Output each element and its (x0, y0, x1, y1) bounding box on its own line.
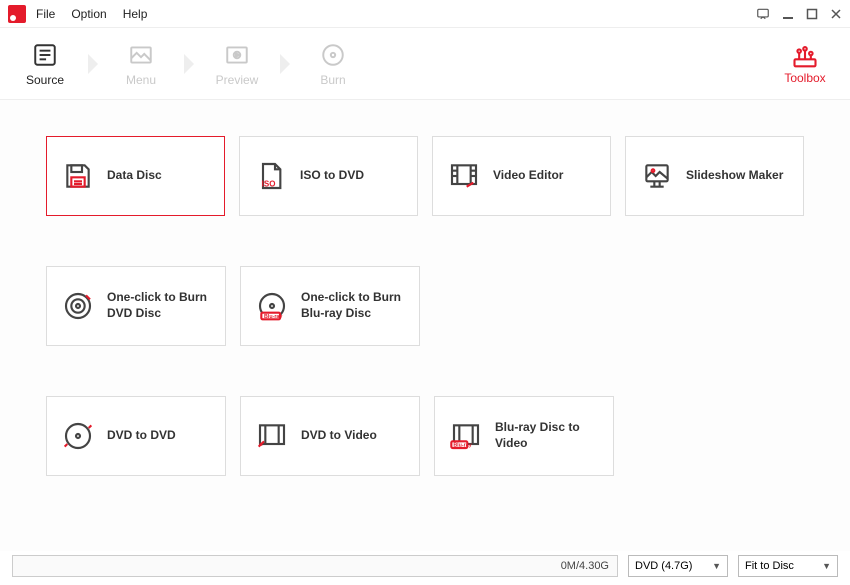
iso-icon: ISO (254, 159, 288, 193)
dvd-to-dvd-icon (61, 419, 95, 453)
data-disc-icon (61, 159, 95, 193)
svg-text:Blu-ray: Blu-ray (453, 443, 471, 449)
card-video-editor-label: Video Editor (493, 168, 563, 184)
step-burn-label: Burn (320, 73, 345, 87)
tools-row-2: One-click to Burn DVD Disc Blu-ray One-c… (46, 266, 804, 346)
titlebar: File Option Help (0, 0, 850, 28)
card-data-disc-label: Data Disc (107, 168, 162, 184)
step-burn[interactable]: Burn (288, 28, 378, 100)
svg-text:ISO: ISO (262, 180, 276, 189)
disc-type-value: DVD (4.7G) (635, 560, 692, 572)
card-one-click-dvd-label: One-click to Burn DVD Disc (107, 290, 211, 321)
tools-row-1: Data Disc ISO ISO to DVD Video Editor Sl… (46, 136, 804, 216)
card-dvd-to-video-label: DVD to Video (301, 428, 377, 444)
svg-text:Blu-ray: Blu-ray (264, 314, 282, 320)
card-slideshow-maker[interactable]: Slideshow Maker (625, 136, 804, 216)
size-progress-bar: 0M/4.30G (12, 555, 618, 577)
menu-help[interactable]: Help (123, 7, 148, 21)
feedback-icon[interactable] (756, 7, 770, 21)
step-menu[interactable]: Menu (96, 28, 186, 100)
content-area: Data Disc ISO ISO to DVD Video Editor Sl… (0, 100, 850, 551)
card-bluray-to-video-label: Blu-ray Disc to Video (495, 420, 599, 451)
step-menu-label: Menu (126, 73, 156, 87)
dvd-to-video-icon (255, 419, 289, 453)
card-one-click-dvd[interactable]: One-click to Burn DVD Disc (46, 266, 226, 346)
menu-file[interactable]: File (36, 7, 55, 21)
close-button[interactable] (830, 8, 842, 20)
card-dvd-to-dvd-label: DVD to DVD (107, 428, 176, 444)
chevron-down-icon: ▼ (822, 561, 831, 571)
tools-row-3: DVD to DVD DVD to Video Blu-ray Blu-ray … (46, 396, 804, 476)
bluray-to-video-icon: Blu-ray (449, 419, 483, 453)
card-one-click-bluray[interactable]: Blu-ray One-click to Burn Blu-ray Disc (240, 266, 420, 346)
disc-type-select[interactable]: DVD (4.7G) ▼ (628, 555, 728, 577)
step-bar: Source Menu Preview Burn Toolbox (0, 28, 850, 100)
size-progress-text: 0M/4.30G (561, 560, 609, 572)
toolbox-icon (791, 43, 819, 71)
chevron-down-icon: ▼ (712, 561, 721, 571)
status-bar: 0M/4.30G DVD (4.7G) ▼ Fit to Disc ▼ (0, 555, 850, 577)
card-dvd-to-dvd[interactable]: DVD to DVD (46, 396, 226, 476)
menu-step-icon (127, 41, 155, 69)
toolbox-button[interactable]: Toolbox (760, 43, 850, 85)
card-video-editor[interactable]: Video Editor (432, 136, 611, 216)
step-source-label: Source (26, 73, 64, 87)
card-one-click-bluray-label: One-click to Burn Blu-ray Disc (301, 290, 405, 321)
preview-icon (223, 41, 251, 69)
menu-option[interactable]: Option (71, 7, 106, 21)
step-source[interactable]: Source (0, 28, 90, 100)
video-editor-icon (447, 159, 481, 193)
fit-mode-value: Fit to Disc (745, 560, 794, 572)
card-slideshow-label: Slideshow Maker (686, 168, 783, 184)
app-logo (8, 5, 26, 23)
card-iso-label: ISO to DVD (300, 168, 364, 184)
window-controls (756, 7, 842, 21)
source-icon (31, 41, 59, 69)
step-preview-label: Preview (216, 73, 259, 87)
card-iso-to-dvd[interactable]: ISO ISO to DVD (239, 136, 418, 216)
step-preview[interactable]: Preview (192, 28, 282, 100)
menu-bar: File Option Help (36, 7, 147, 21)
minimize-button[interactable] (782, 8, 794, 20)
card-bluray-to-video[interactable]: Blu-ray Blu-ray Disc to Video (434, 396, 614, 476)
burn-icon (319, 41, 347, 69)
one-click-bluray-icon: Blu-ray (255, 289, 289, 323)
toolbox-label: Toolbox (784, 71, 825, 85)
fit-mode-select[interactable]: Fit to Disc ▼ (738, 555, 838, 577)
slideshow-icon (640, 159, 674, 193)
maximize-button[interactable] (806, 8, 818, 20)
card-data-disc[interactable]: Data Disc (46, 136, 225, 216)
card-dvd-to-video[interactable]: DVD to Video (240, 396, 420, 476)
one-click-dvd-icon (61, 289, 95, 323)
